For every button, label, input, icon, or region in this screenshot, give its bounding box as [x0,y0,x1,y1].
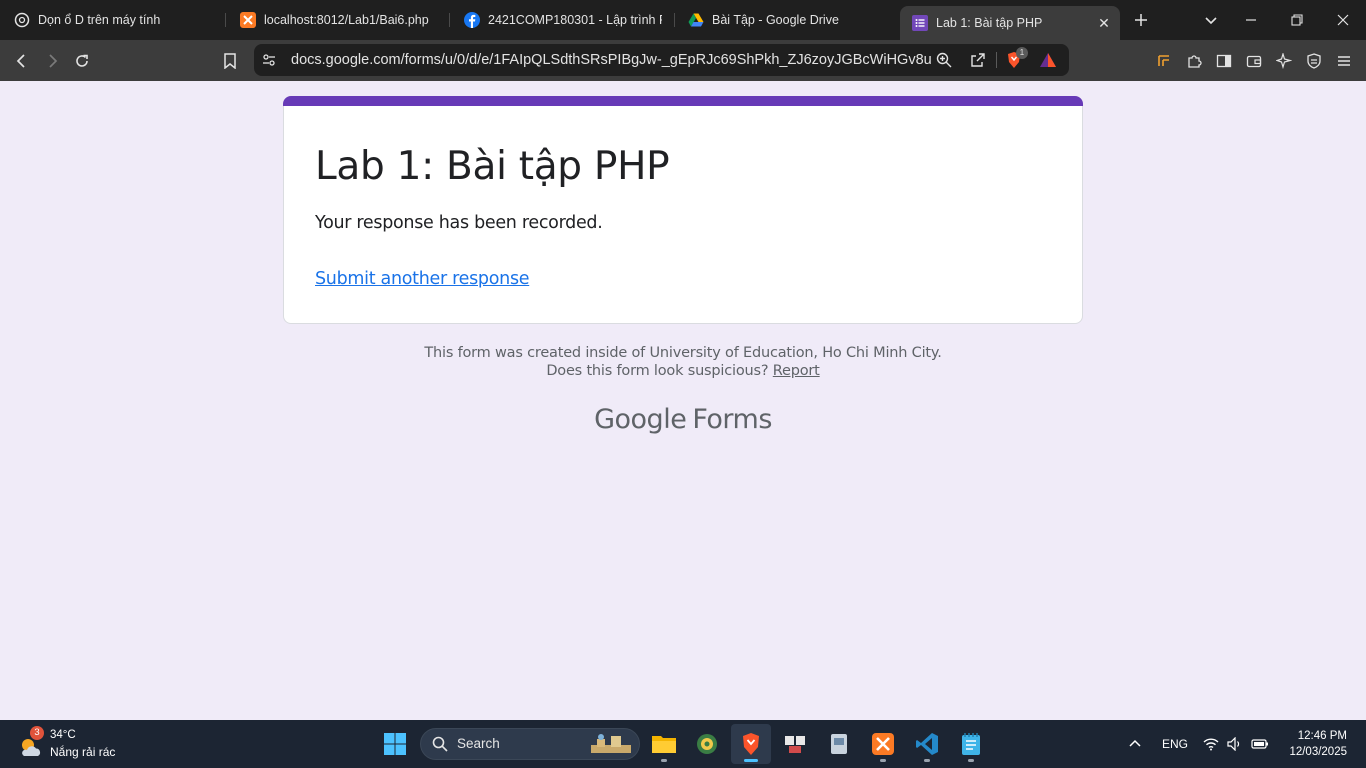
clock-time: 12:46 PM [1297,730,1347,742]
windows-taskbar: 3 34°C Nắng rải rác Search ENG 12:46 PM … [0,720,1366,768]
minimize-icon[interactable] [1241,10,1261,30]
battery-icon[interactable] [1251,720,1269,768]
clock-date: 12/03/2025 [1289,746,1347,758]
search-label: Search [457,736,500,751]
file-explorer-icon [652,736,676,753]
search-icon [432,736,448,757]
report-link[interactable]: Report [773,363,820,379]
taskbar-vscode[interactable] [907,724,947,764]
submit-another-response-link[interactable]: Submit another response [315,269,530,289]
suspicious-line: Does this form look suspicious? Report [283,362,1083,380]
url-text: docs.google.com/forms/u/0/d/e/1FAIpQLSdt… [291,52,931,68]
tab-title: Lab 1: Bài tập PHP [936,16,1043,30]
tab-title: 2421COMP180301 - Lập trình PH [488,13,662,27]
taskbar-app-4[interactable] [775,724,815,764]
volume-icon[interactable] [1227,720,1243,768]
brave-shields-icon[interactable]: 1 [1004,47,1028,70]
taskbar-brave[interactable] [731,724,771,764]
xampp-icon [240,12,256,28]
vscode-icon [916,733,938,755]
tab-search-chevron-icon[interactable] [1201,10,1221,30]
language-indicator[interactable]: ENG [1162,720,1188,768]
taskbar-notepad[interactable] [951,724,991,764]
new-tab-icon[interactable] [1131,10,1151,30]
notepad-icon [962,733,980,755]
bookmark-icon[interactable] [218,49,242,73]
extensions-icon[interactable] [1182,49,1206,73]
forms-wordmark: Forms [692,404,772,435]
tab-5-active[interactable]: Lab 1: Bài tập PHP ✕ [900,6,1120,40]
address-bar[interactable]: docs.google.com/forms/u/0/d/e/1FAIpQLSdt… [254,44,1069,76]
taskbar-xampp[interactable] [863,724,903,764]
brave-browser-icon [743,733,759,755]
google-forms-icon [912,15,928,31]
suspicious-text: Does this form look suspicious? [546,363,769,379]
brave-rewards-icon[interactable] [1038,50,1058,70]
vpn-icon[interactable] [1302,49,1326,73]
close-window-icon[interactable] [1333,10,1353,30]
weather-condition: Nắng rải rác [50,745,116,759]
tab-3[interactable]: 2421COMP180301 - Lập trình PH [464,6,662,34]
reload-icon[interactable] [70,49,94,73]
weather-badge: 3 [30,726,44,740]
google-wordmark: Google [594,404,687,435]
tray-overflow-chevron-icon[interactable] [1128,720,1142,768]
close-tab-icon[interactable]: ✕ [1096,15,1112,31]
share-icon[interactable] [968,50,988,70]
sidebar-icon[interactable] [1212,49,1236,73]
app-icon [697,734,717,754]
weather-temp: 34°C [50,729,76,741]
tab-title: localhost:8012/Lab1/Bai6.php [264,13,429,27]
openai-icon [14,12,30,28]
app-icon [831,734,847,754]
tab-2[interactable]: localhost:8012/Lab1/Bai6.php [240,6,440,34]
app-icon [785,736,805,753]
site-info-icon[interactable] [259,50,279,70]
start-button[interactable] [375,724,415,764]
tab-title: Bài Tập - Google Drive [712,13,839,27]
tab-strip: Dọn ổ D trên máy tính localhost:8012/Lab… [0,0,1366,40]
created-inside-text: This form was created inside of Universi… [424,345,942,361]
form-card-body: Lab 1: Bài tập PHP Your response has bee… [283,106,1083,324]
tab-1[interactable]: Dọn ổ D trên máy tính [14,6,214,34]
taskbar-app-2[interactable] [687,724,727,764]
wallet-icon[interactable] [1242,49,1266,73]
leo-ai-icon[interactable] [1152,49,1176,73]
taskbar-file-explorer[interactable] [644,724,684,764]
confirmation-message: Your response has been recorded. [315,213,603,233]
weather-icon [18,736,42,763]
taskbar-search[interactable]: Search [420,728,640,760]
leo-sparkle-icon[interactable] [1272,49,1296,73]
zoom-icon[interactable] [934,50,954,70]
tab-4[interactable]: Bài Tập - Google Drive [688,6,888,34]
form-footer: This form was created inside of Universi… [283,344,1083,380]
windows-logo-icon [384,733,406,755]
taskbar-app-5[interactable] [819,724,859,764]
forward-icon[interactable] [40,49,64,73]
search-highlight-icon [589,733,633,760]
restore-icon[interactable] [1287,10,1307,30]
weather-widget[interactable]: 3 34°C Nắng rải rác [14,726,154,762]
taskbar-clock[interactable]: 12:46 PM 12/03/2025 [1289,728,1347,760]
tab-title: Dọn ổ D trên máy tính [38,13,161,27]
menu-icon[interactable] [1332,49,1356,73]
form-card: Lab 1: Bài tập PHP Your response has bee… [283,96,1083,324]
google-drive-icon [688,12,704,28]
form-title: Lab 1: Bài tập PHP [315,144,670,189]
browser-toolbar: docs.google.com/forms/u/0/d/e/1FAIpQLSdt… [0,40,1366,81]
shields-count-badge: 1 [1016,47,1028,59]
google-forms-logo[interactable]: Google Forms [283,404,1083,435]
back-icon[interactable] [10,49,34,73]
wifi-icon[interactable] [1203,720,1219,768]
xampp-icon [872,733,894,755]
facebook-icon [464,12,480,28]
